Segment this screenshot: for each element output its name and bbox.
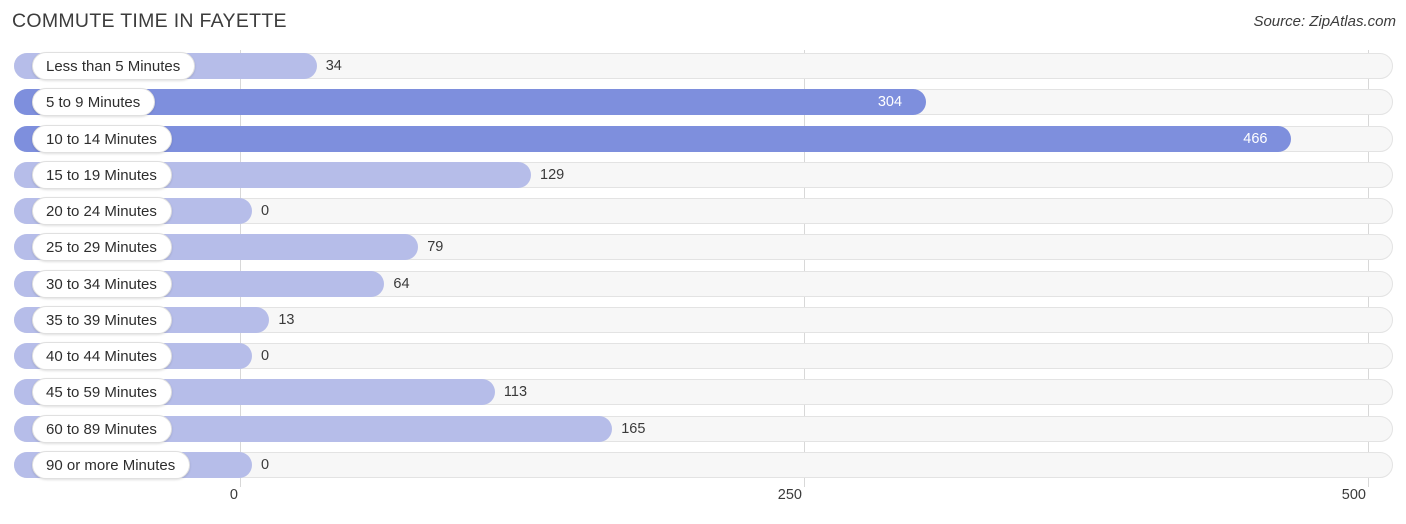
source-attribution: Source: ZipAtlas.com [1253,13,1396,30]
x-tick-label: 0 [229,487,238,503]
bar-row: 0 40 to 44 Minutes [0,340,1406,376]
category-label-pill: 90 or more Minutes [32,450,191,479]
category-label-pill: 15 to 19 Minutes [32,160,172,189]
commute-time-bar-chart: COMMUTE TIME IN FAYETTE Source: ZipAtlas… [0,0,1406,524]
bar-value-label: 64 [393,275,410,292]
category-label-pill: 10 to 14 Minutes [32,124,172,153]
bar-row: 34 Less than 5 Minutes [0,50,1406,86]
bar-row: 13 35 to 39 Minutes [0,304,1406,340]
bar-row: 304 5 to 9 Minutes [0,86,1406,122]
category-label-pill: 35 to 39 Minutes [32,305,172,334]
bar-row: 466 10 to 14 Minutes [0,123,1406,159]
category-label-pill: 5 to 9 Minutes [32,88,156,117]
category-label-pill: 40 to 44 Minutes [32,342,172,370]
bar-value-label: 304 [877,94,903,111]
bar-row: 129 15 to 19 Minutes [0,159,1406,195]
plot-area: 34 Less than 5 Minutes 304 5 to 9 Minutes 46… [0,50,1406,487]
bar-row: 0 90 or more Minutes [0,449,1406,485]
x-axis: 0 250 500 [0,487,1406,517]
bar-value-label: 13 [278,311,295,328]
bar-value-label: 34 [325,58,342,74]
x-tick-label: 500 [1341,487,1366,503]
bar-value-label: 129 [540,166,565,183]
page-title: COMMUTE TIME IN FAYETTE [12,10,287,32]
bar-rows: 34 Less than 5 Minutes 304 5 to 9 Minutes 46… [0,50,1406,485]
bar-row: 113 45 to 59 Minutes [0,376,1406,412]
bar-value-label: 0 [261,203,270,219]
x-tick-label: 250 [777,487,802,503]
bar-row: 64 30 to 34 Minutes [0,268,1406,304]
bar-value-label: 113 [503,384,528,401]
category-label-pill: Less than 5 Minutes [32,52,196,80]
bar-value-label: 466 [1243,130,1268,147]
bar-value-label: 0 [261,348,270,364]
category-label-pill: 60 to 89 Minutes [32,414,172,443]
category-label-pill: 45 to 59 Minutes [32,378,172,407]
category-label-pill: 20 to 24 Minutes [32,197,172,225]
bar-3[interactable] [14,125,1292,152]
category-label-pill: 30 to 34 Minutes [32,269,172,298]
bar-row: 165 60 to 89 Minutes [0,413,1406,449]
bar-row: 0 20 to 24 Minutes [0,195,1406,231]
bar-value-label: 0 [261,456,270,473]
category-label-pill: 25 to 29 Minutes [32,233,172,262]
bar-row: 79 25 to 29 Minutes [0,231,1406,267]
bar-value-label: 165 [621,420,646,437]
bar-value-label: 79 [427,239,444,256]
